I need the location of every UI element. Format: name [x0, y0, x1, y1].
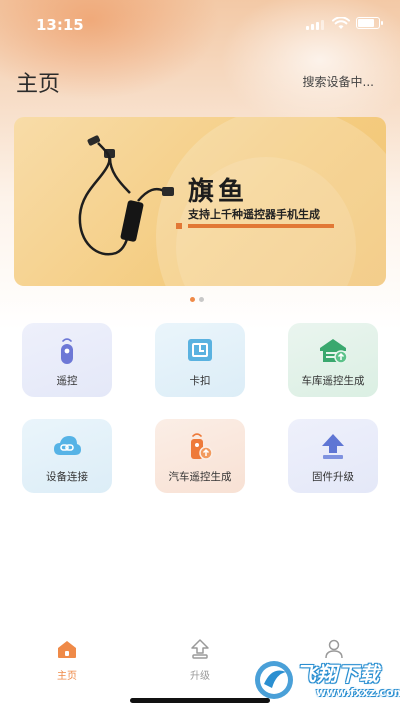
feature-label: 固件升级: [312, 471, 354, 483]
garage-icon: [320, 339, 348, 364]
feature-remote[interactable]: 遥控: [22, 323, 112, 397]
feature-label: 车库遥控生成: [301, 375, 365, 387]
promo-banner[interactable]: 旗鱼 支持上千种遥控器手机生成: [14, 117, 386, 286]
tab-label: 升级: [190, 671, 210, 682]
card-buckle-icon: [188, 339, 212, 361]
tab-label: 主页: [57, 671, 77, 682]
tab-upgrade[interactable]: 升级: [170, 630, 230, 682]
page-title: 主页: [16, 72, 61, 97]
feature-label: 卡扣: [189, 375, 211, 387]
feature-firmware-upgrade[interactable]: 固件升级: [288, 419, 378, 493]
home-icon: [58, 641, 76, 658]
banner-pagination: [190, 297, 204, 302]
feature-garage-remote[interactable]: 车库遥控生成: [288, 323, 378, 397]
signal-icon: [306, 20, 324, 30]
status-time: 13:15: [36, 16, 84, 34]
banner-brand: 旗鱼: [188, 177, 249, 207]
feature-car-remote[interactable]: 汽车遥控生成: [155, 419, 245, 493]
upload-icon: [322, 434, 344, 459]
feature-label: 设备连接: [46, 471, 88, 483]
watermark: 飞翔下载 www.fxxz.com: [250, 652, 400, 708]
feature-label: 遥控: [56, 375, 78, 387]
tab-home[interactable]: 主页: [37, 630, 97, 682]
upgrade-icon: [191, 639, 209, 659]
car-remote-icon: [191, 433, 213, 460]
watermark-url: www.fxxz.com: [316, 686, 400, 699]
banner-accent-line: [188, 224, 334, 228]
home-indicator[interactable]: [130, 698, 270, 703]
battery-icon: [356, 17, 383, 29]
banner-accent-dot: [176, 223, 182, 229]
feature-label: 汽车遥控生成: [168, 471, 232, 483]
pagination-dot[interactable]: [199, 297, 204, 302]
remote-icon: [61, 338, 73, 364]
banner-subtitle: 支持上千种遥控器手机生成: [188, 208, 320, 221]
wifi-icon: [332, 17, 350, 29]
feature-card-buckle[interactable]: 卡扣: [155, 323, 245, 397]
status-bar: 13:15: [0, 0, 400, 50]
pagination-dot-active[interactable]: [190, 297, 195, 302]
search-button[interactable]: 搜索设备中...: [303, 73, 374, 90]
watermark-text: 飞翔下载: [296, 662, 380, 686]
usb-cable-image: [78, 135, 174, 256]
feature-device-connect[interactable]: 设备连接: [22, 419, 112, 493]
cloud-link-icon: [54, 436, 81, 455]
watermark-logo-icon: [255, 661, 293, 699]
